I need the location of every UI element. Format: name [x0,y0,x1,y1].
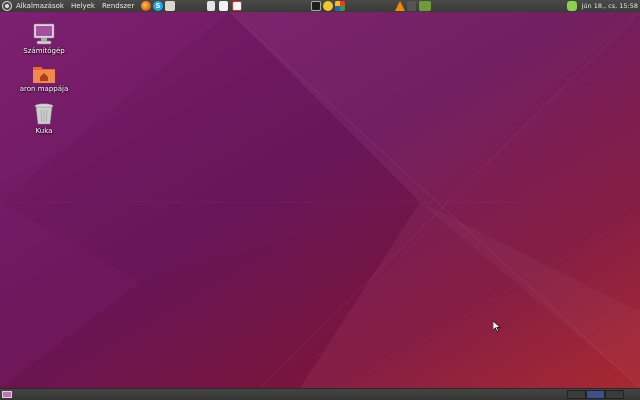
firefox-icon[interactable] [141,1,151,11]
menu-applications[interactable]: Alkalmazások [16,0,64,12]
menu-system[interactable]: Rendszer [102,0,134,12]
software-center-icon[interactable] [335,1,345,11]
desktop-icon-label: aron mappája [19,85,69,93]
desktop-icon-label: Számítógép [23,47,65,55]
chat-status-icon[interactable] [567,1,577,11]
computer-icon [33,23,55,45]
pdf-reader-icon[interactable] [232,1,242,11]
text-editor-icon[interactable] [219,1,228,11]
skype-icon[interactable]: S [153,1,163,11]
menu-places[interactable]: Helyek [71,0,95,12]
vlc-icon[interactable] [395,1,405,11]
main-menu-bar: Alkalmazások Helyek Rendszer [16,0,141,12]
workspace-switcher-1[interactable] [567,390,586,399]
trash-icon [34,103,54,125]
desktop-wallpaper[interactable] [0,12,640,388]
workspace-switcher-2[interactable] [586,390,605,399]
desktop-icon-computer[interactable]: Számítógép [14,22,74,56]
calculator-icon[interactable] [207,1,215,11]
desktop-icon-label: Kuka [35,127,53,135]
desktop-icon-home-folder[interactable]: aron mappája [14,64,74,94]
show-desktop-icon[interactable] [2,391,12,398]
archive-manager-icon[interactable] [419,1,431,11]
desktop-screen: Alkalmazások Helyek Rendszer S jún 18., … [0,0,640,400]
top-panel: Alkalmazások Helyek Rendszer S jún 18., … [0,0,640,12]
workspace-switcher-3[interactable] [605,390,624,399]
mouse-cursor-icon [493,321,501,332]
media-player-icon[interactable] [407,1,416,11]
terminal-icon[interactable] [311,1,321,11]
smiley-app-icon[interactable] [323,1,333,11]
wallpaper-pattern [0,12,640,388]
ubuntu-logo-icon[interactable] [3,2,11,10]
document-viewer-icon[interactable] [165,1,175,11]
home-folder-icon [33,67,55,83]
bottom-panel [0,388,640,400]
desktop-icon-trash[interactable]: Kuka [14,102,74,136]
clock[interactable]: jún 18., cs, 15:58 [582,0,638,12]
